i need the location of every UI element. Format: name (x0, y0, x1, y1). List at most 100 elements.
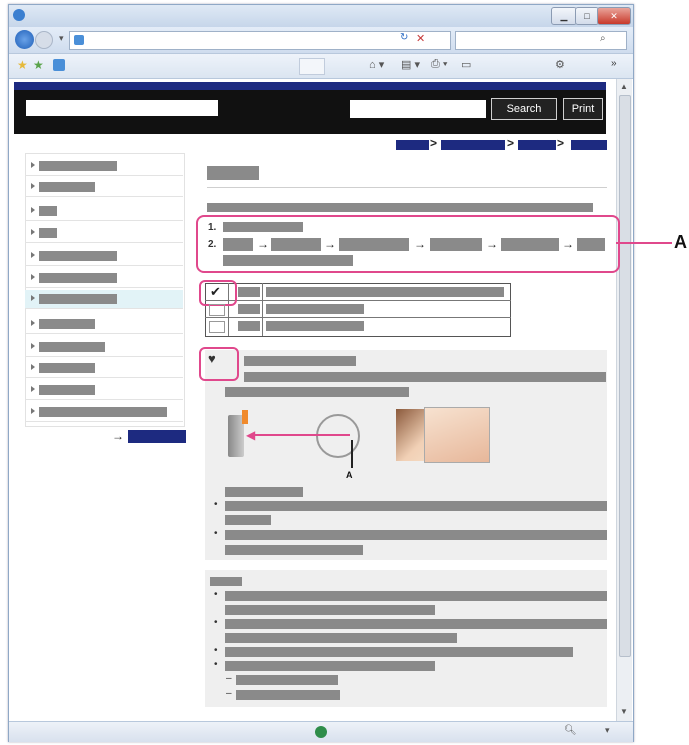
stop-icon[interactable]: ✕ (416, 32, 425, 45)
print-button[interactable]: Print (563, 98, 603, 120)
scroll-down-arrow[interactable]: ▼ (620, 707, 628, 716)
notes-bullet-text (225, 605, 435, 615)
next-page-link[interactable] (128, 430, 186, 443)
empty-checkbox[interactable] (209, 321, 225, 333)
bullet-triangle-icon (31, 295, 35, 301)
dropdown-arrow-icon[interactable]: ▾ (59, 33, 64, 44)
step-2-part (223, 238, 253, 251)
hint-bullet-text (225, 545, 363, 555)
bullet-triangle-icon (31, 252, 35, 258)
table-cell (266, 304, 364, 314)
sidebar-item-label (39, 206, 57, 216)
breadcrumb-separator-icon: > (557, 136, 565, 150)
tools-icon[interactable]: ⚙ (555, 58, 565, 71)
hint-text-line (244, 372, 606, 382)
sidebar-item[interactable] (25, 359, 183, 378)
step-2-part (339, 238, 409, 251)
step-1-text (223, 222, 303, 232)
sidebar-item-label (39, 273, 117, 283)
address-field[interactable]: ↻ ✕ (69, 31, 451, 50)
zoom-dropdown-icon[interactable]: ▾ (605, 725, 610, 736)
page-menu-icon[interactable]: ▭ (461, 58, 471, 71)
notes-sub-text (236, 675, 338, 685)
subject-photo-frame (424, 407, 490, 463)
close-button[interactable]: ✕ (597, 7, 631, 25)
lens-ring-icon (316, 414, 360, 458)
search-icon[interactable]: ⌕ (600, 33, 606, 44)
favorites-star-icon[interactable]: ★ (17, 58, 28, 72)
new-tab-button[interactable] (299, 58, 325, 75)
chevron-icon[interactable]: » (611, 58, 617, 69)
empty-checkbox[interactable] (209, 304, 225, 316)
sidebar-item[interactable] (25, 403, 183, 422)
bullet-icon: • (214, 617, 218, 628)
add-favorites-icon[interactable]: ★ (33, 58, 44, 72)
step-2-part (271, 238, 321, 251)
sidebar-item-label (39, 407, 167, 417)
sidebar-item-label (39, 319, 95, 329)
minimize-button[interactable]: ▁ (551, 7, 577, 25)
bullet-triangle-icon (31, 183, 35, 189)
bullet-triangle-icon (31, 162, 35, 168)
vertical-scrollbar[interactable]: ▲ ▼ (616, 79, 632, 721)
print-icon[interactable]: ⎙ ▾ (431, 58, 447, 71)
site-search-input-2[interactable] (350, 100, 486, 118)
sidebar-item[interactable] (25, 224, 183, 243)
title-divider (207, 187, 607, 188)
sidebar-item[interactable] (25, 381, 183, 400)
sidebar-item-label (39, 385, 95, 395)
scroll-up-arrow[interactable]: ▲ (620, 82, 628, 91)
hint-bullet-text (225, 501, 607, 511)
search-button[interactable]: Search (491, 98, 557, 120)
bullet-triangle-icon (31, 229, 35, 235)
diagram-pointer-line (351, 440, 353, 468)
breadcrumb-link[interactable] (518, 140, 556, 150)
sidebar-item[interactable] (25, 269, 183, 288)
sidebar-item-active[interactable] (25, 290, 183, 309)
hint-subtitle (225, 487, 303, 497)
bullet-icon: • (214, 499, 218, 510)
dash-icon: – (226, 688, 232, 699)
sidebar-item[interactable] (25, 157, 183, 176)
notes-bullet-text (225, 661, 435, 671)
sidebar-item[interactable] (25, 338, 183, 357)
forward-button[interactable] (35, 31, 53, 49)
home-icon[interactable]: ⌂ ▾ (369, 58, 384, 71)
search-field[interactable]: ⌕ (455, 31, 627, 50)
breadcrumb-link[interactable] (396, 140, 429, 150)
checkmark-icon: ✔ (210, 284, 221, 299)
bullet-icon: • (214, 659, 218, 670)
feeds-icon[interactable]: ▤ ▾ (401, 58, 420, 71)
lightbulb-icon: ♥ (208, 351, 216, 366)
notes-bullet-text (225, 619, 607, 629)
maximize-button[interactable]: □ (575, 7, 599, 25)
notes-bullet-text (225, 633, 457, 643)
bullet-triangle-icon (31, 274, 35, 280)
dash-icon: – (226, 673, 232, 684)
breadcrumb-link[interactable] (441, 140, 505, 150)
page-icon (74, 35, 84, 45)
step-number: 2. (208, 239, 217, 250)
tab-icon[interactable] (53, 59, 65, 71)
scroll-thumb[interactable] (619, 95, 631, 657)
bullet-triangle-icon (31, 320, 35, 326)
next-arrow-icon: → (112, 429, 124, 443)
arrow-icon: → (562, 237, 574, 251)
notes-bullet-text (225, 647, 573, 657)
table-cell (238, 321, 260, 331)
zoom-icon[interactable]: 🔍︎ (564, 725, 577, 736)
sidebar-item[interactable] (25, 178, 183, 197)
breadcrumb-link[interactable] (571, 140, 607, 150)
back-button[interactable] (15, 30, 34, 49)
sidebar-item-label (39, 251, 117, 261)
bullet-triangle-icon (31, 207, 35, 213)
internet-zone-icon (315, 726, 327, 738)
ie-logo-icon (13, 9, 25, 21)
sidebar-item[interactable] (25, 202, 183, 221)
sidebar-item-label (39, 228, 57, 238)
refresh-icon[interactable]: ↻ (400, 32, 408, 43)
sidebar-item[interactable] (25, 247, 183, 266)
step-number: 1. (208, 222, 217, 233)
site-search-input[interactable] (26, 100, 218, 116)
sidebar-item[interactable] (25, 315, 183, 334)
